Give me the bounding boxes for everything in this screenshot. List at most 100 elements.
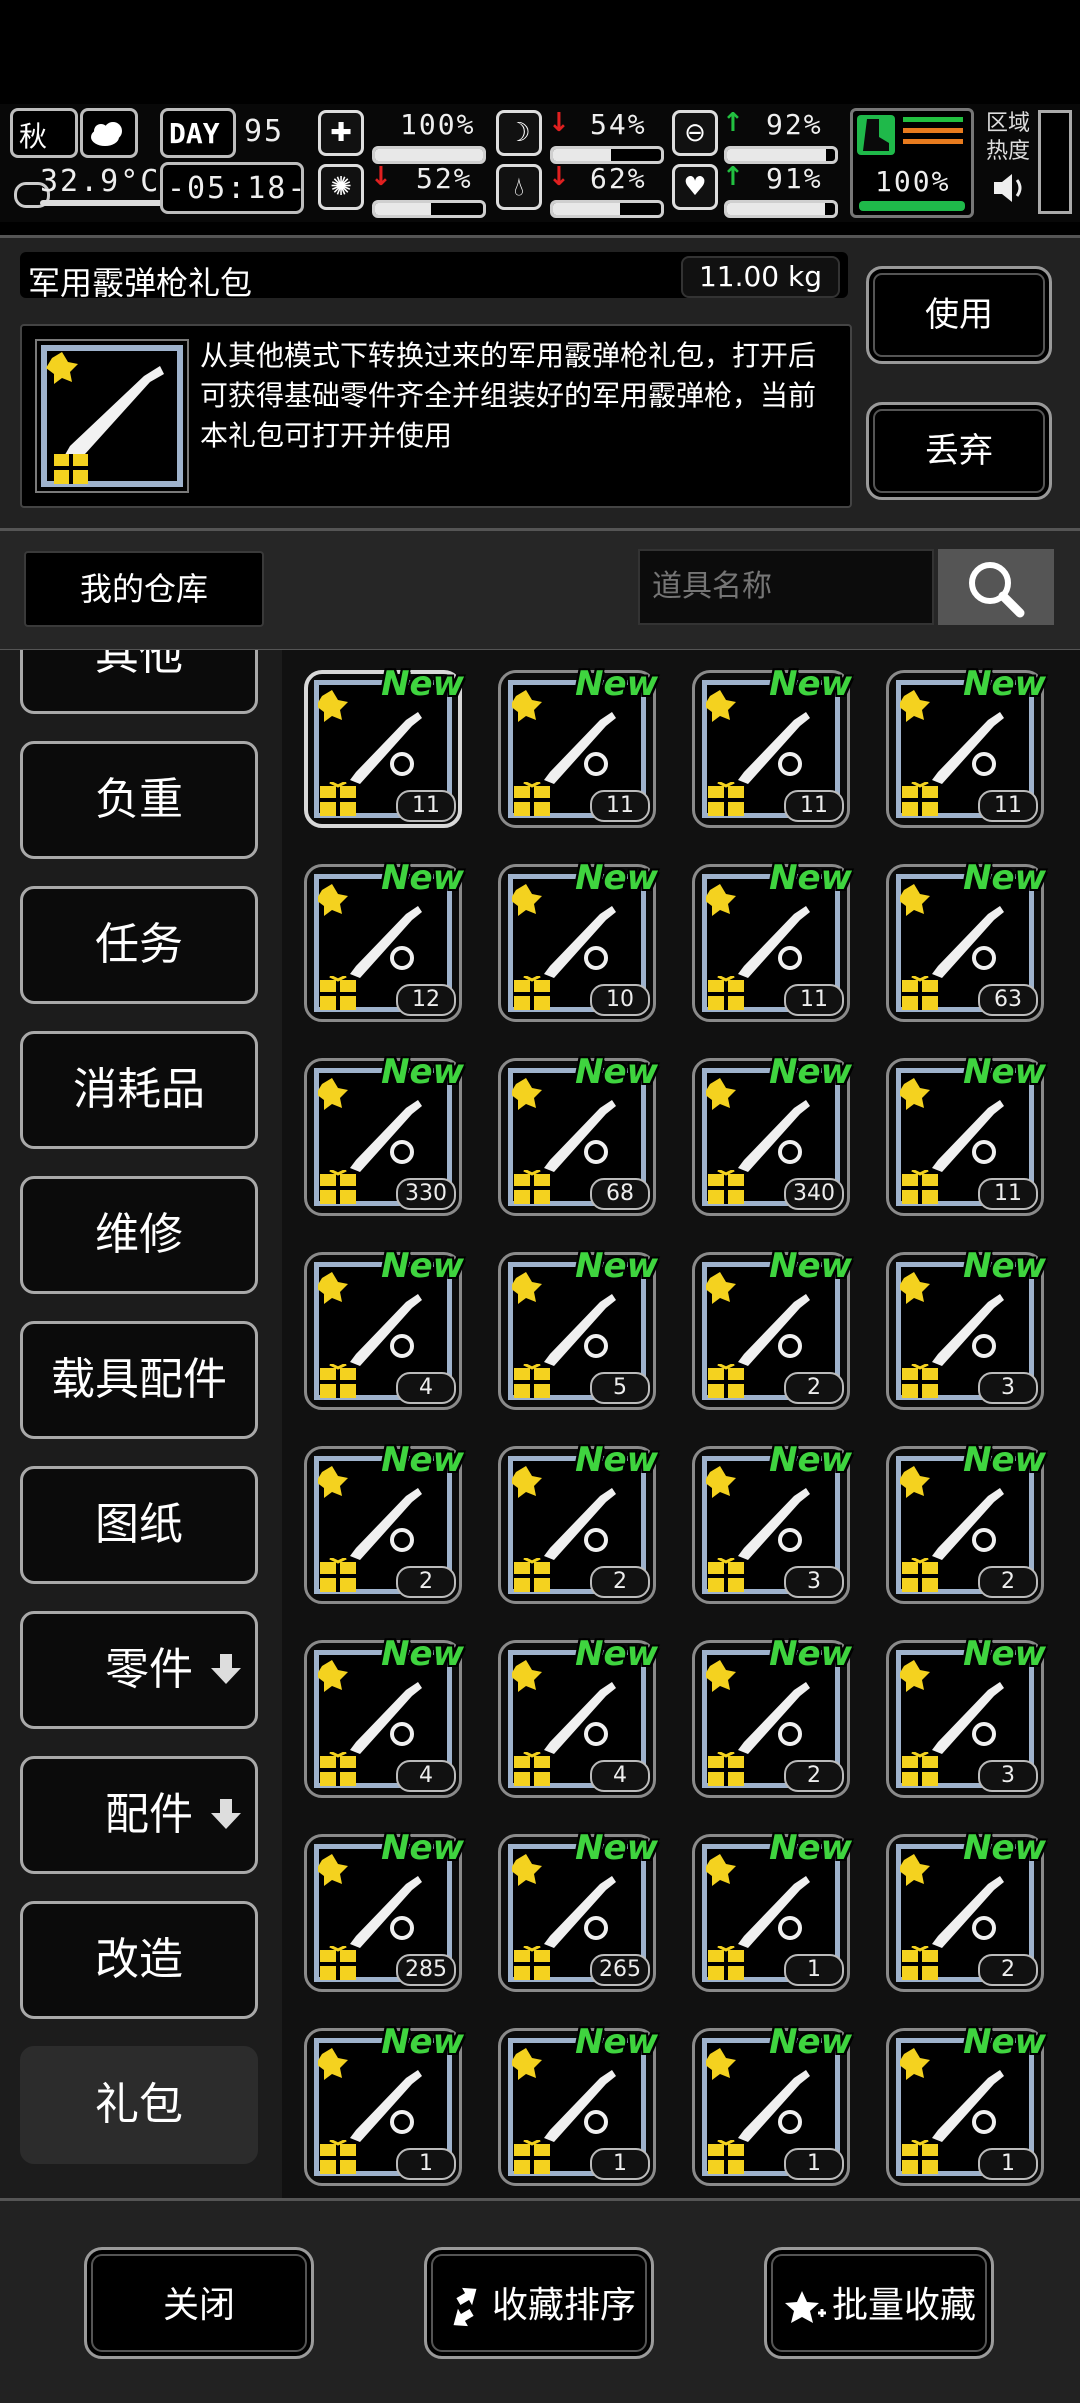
gift-box-icon: [320, 1946, 356, 1980]
item-slot[interactable]: New 1: [880, 2022, 1050, 2192]
gift-box-icon: [320, 1170, 356, 1204]
stat-value: 100%: [400, 108, 476, 141]
category-button[interactable]: 任务: [20, 886, 258, 1004]
thirst-bar: [550, 200, 664, 218]
item-count: 11: [784, 790, 844, 822]
item-slot[interactable]: New 330: [298, 1052, 468, 1222]
item-slot[interactable]: New 340: [686, 1052, 856, 1222]
new-badge: New: [575, 664, 658, 704]
new-badge: New: [769, 664, 852, 704]
item-slot[interactable]: New 1: [686, 1828, 856, 1998]
item-slot[interactable]: New 11: [492, 664, 662, 834]
item-slot[interactable]: New 11: [686, 664, 856, 834]
item-slot[interactable]: New 3: [686, 1440, 856, 1610]
item-slot[interactable]: New 285: [298, 1828, 468, 1998]
grenade-icon: [932, 906, 1004, 978]
category-button[interactable]: 负重: [20, 741, 258, 859]
weather-cloud-icon: [80, 108, 138, 158]
item-count: 2: [396, 1566, 456, 1598]
category-button[interactable]: 改造: [20, 1901, 258, 2019]
heart-icon: ♥: [672, 164, 718, 210]
item-slot[interactable]: New 11: [880, 664, 1050, 834]
item-slot[interactable]: New 2: [880, 1440, 1050, 1610]
category-button[interactable]: 维修: [20, 1176, 258, 1294]
item-slot[interactable]: New 11: [298, 664, 468, 834]
item-slot[interactable]: New 2: [492, 1440, 662, 1610]
item-grid[interactable]: New 11 New 11 New 11 New 11 New 12 New 10 New 11 New 63…: [282, 650, 1080, 2198]
season-label: 秋: [19, 120, 48, 153]
category-label: 改造: [95, 1934, 183, 1985]
item-slot[interactable]: New 2: [686, 1634, 856, 1804]
item-slot[interactable]: New 11: [686, 858, 856, 1028]
sort-favorites-button[interactable]: 收藏排序: [424, 2247, 654, 2359]
search-button[interactable]: [938, 549, 1054, 625]
item-count: 11: [396, 790, 456, 822]
item-slot[interactable]: New 1: [298, 2022, 468, 2192]
category-label: 负重: [95, 774, 183, 825]
category-button[interactable]: 其他: [20, 650, 258, 714]
item-slot[interactable]: New 1: [686, 2022, 856, 2192]
category-label: 零件: [105, 1644, 193, 1695]
close-button[interactable]: 关闭: [84, 2247, 314, 2359]
mounted-gun-icon: [738, 2070, 810, 2142]
item-search-input[interactable]: [638, 549, 934, 625]
item-count: 2: [784, 1372, 844, 1404]
category-button[interactable]: 配件: [20, 1756, 258, 1874]
mood-bar: [724, 200, 838, 218]
ammo-clip-icon: [350, 1100, 422, 1172]
mind-bar-fill: [375, 203, 432, 215]
zone-heat-meter: [1038, 110, 1072, 214]
health-bar-fill: [375, 149, 483, 161]
water-drop-icon: 💧︎: [496, 164, 542, 210]
item-slot[interactable]: New 12: [298, 858, 468, 1028]
item-slot[interactable]: New 4: [492, 1634, 662, 1804]
gift-box-icon: [902, 2140, 938, 2174]
item-slot[interactable]: New 68: [492, 1052, 662, 1222]
category-sidebar[interactable]: 其他负重任务消耗品维修载具配件图纸零件配件改造礼包: [0, 650, 282, 2198]
selected-item-icon: [32, 336, 192, 496]
category-button[interactable]: 礼包: [20, 2046, 258, 2164]
item-slot[interactable]: New 1: [492, 2022, 662, 2192]
item-count: 63: [978, 984, 1038, 1016]
item-count: 1: [784, 2148, 844, 2180]
tactical-helmet-icon: [350, 1488, 422, 1560]
item-slot[interactable]: New 4: [298, 1246, 468, 1416]
item-slot[interactable]: New 2: [298, 1440, 468, 1610]
riot-shield-icon: [932, 1682, 1004, 1754]
new-badge: New: [381, 858, 464, 898]
favorite-star-icon: [318, 1078, 348, 1110]
category-button[interactable]: 图纸: [20, 1466, 258, 1584]
category-button[interactable]: 载具配件: [20, 1321, 258, 1439]
new-badge: New: [769, 1052, 852, 1092]
category-button[interactable]: 消耗品: [20, 1031, 258, 1149]
item-slot[interactable]: New 5: [492, 1246, 662, 1416]
item-slot[interactable]: New 10: [492, 858, 662, 1028]
star-plus-icon: [784, 2291, 826, 2323]
new-badge: New: [963, 858, 1046, 898]
item-slot[interactable]: New 3: [880, 1246, 1050, 1416]
item-slot[interactable]: New 11: [880, 1052, 1050, 1222]
item-slot[interactable]: New 265: [492, 1828, 662, 1998]
item-count: 4: [396, 1372, 456, 1404]
discard-button[interactable]: 丢弃: [866, 402, 1052, 500]
my-warehouse-button[interactable]: 我的仓库: [24, 551, 264, 627]
use-button[interactable]: 使用: [866, 266, 1052, 364]
boot-value: 100%: [875, 165, 951, 198]
temperature-readout: 32.9°C: [40, 164, 161, 199]
item-slot[interactable]: New 63: [880, 858, 1050, 1028]
new-badge: New: [769, 2022, 852, 2062]
favorite-star-icon: [318, 884, 348, 916]
item-slot[interactable]: New 2: [686, 1246, 856, 1416]
item-slot[interactable]: New 4: [298, 1634, 468, 1804]
stat-value: 62%: [590, 162, 647, 195]
item-slot[interactable]: New 3: [880, 1634, 1050, 1804]
speaker-icon[interactable]: [990, 170, 1030, 206]
item-slot[interactable]: New 2: [880, 1828, 1050, 1998]
item-count: 2: [978, 1954, 1038, 1986]
batch-favorite-label: 批量收藏: [831, 2285, 976, 2326]
armor-plate-icon: [544, 1294, 616, 1366]
batch-favorite-button[interactable]: 批量收藏: [764, 2247, 994, 2359]
category-button[interactable]: 零件: [20, 1611, 258, 1729]
favorite-star-icon: [318, 2048, 348, 2080]
new-badge: New: [769, 1246, 852, 1286]
